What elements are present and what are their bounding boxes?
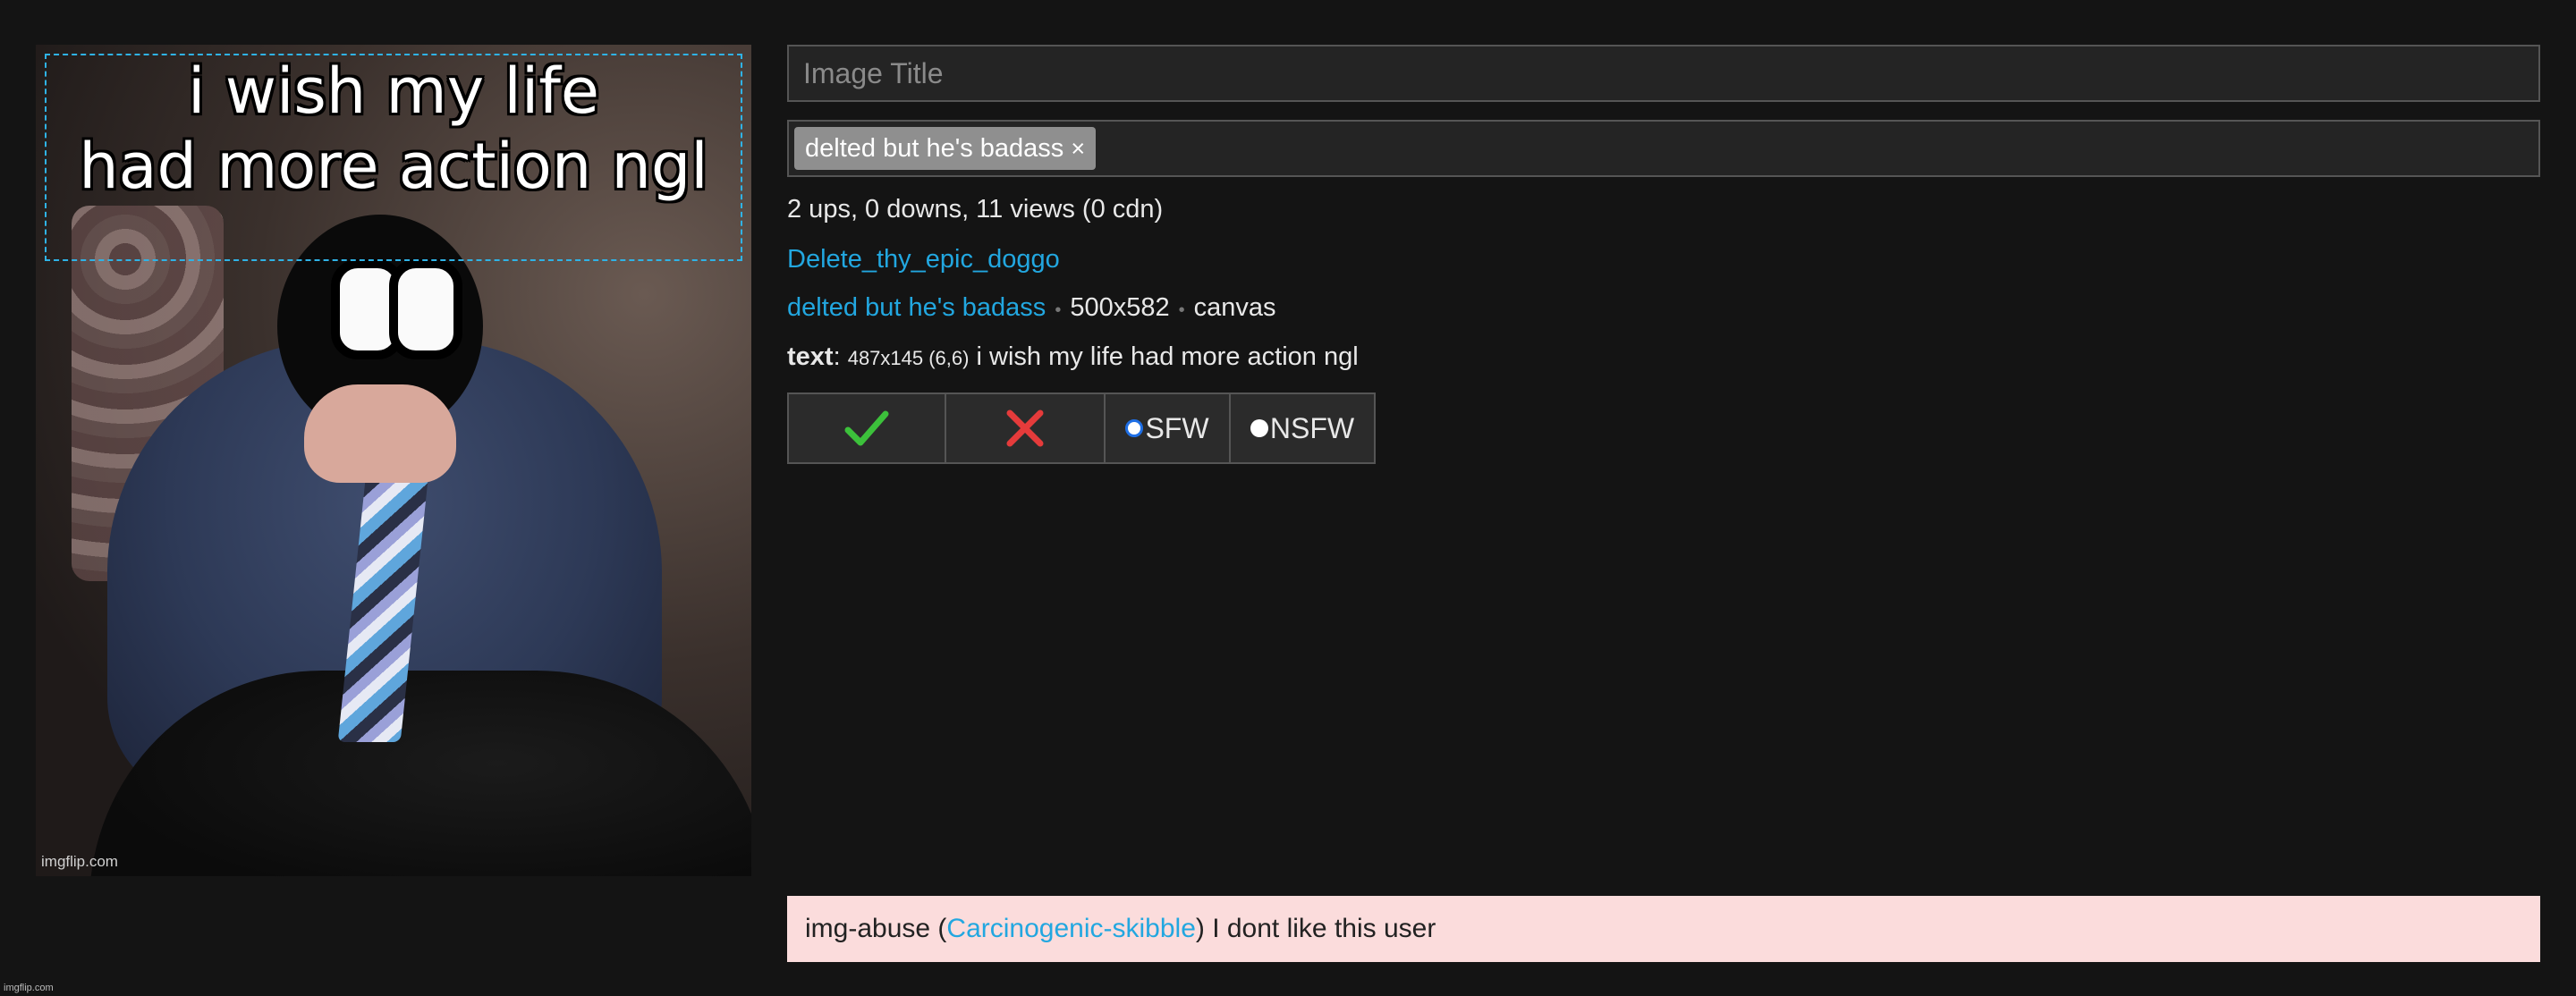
meta-separator: •: [1178, 300, 1185, 320]
report-reason: ) I dont like this user: [1195, 914, 1436, 943]
sfw-label: SFW: [1145, 411, 1209, 444]
text-dimensions: 487x145 (6,6): [847, 347, 970, 369]
meta-line: delted but he's badass • 500x582 • canvas: [787, 293, 1276, 323]
caption-text-box[interactable]: [45, 54, 742, 261]
moderation-buttons: SFW NSFW: [787, 392, 1376, 464]
tags-input[interactable]: delted but he's badass ×: [787, 120, 2540, 177]
sfw-option[interactable]: SFW: [1106, 392, 1231, 464]
owner-username-link[interactable]: Delete_thy_epic_doggo: [787, 245, 1060, 274]
text-info-line: text: 487x145 (6,6) i wish my life had m…: [787, 342, 1359, 372]
tag-label: delted but he's badass: [805, 134, 1064, 163]
image-size: 500x582: [1070, 293, 1170, 322]
abuse-report: img-abuse (Carcinogenic-skibble) I dont …: [787, 896, 2540, 962]
image-title-input[interactable]: [787, 45, 2540, 102]
text-label: text: [787, 342, 834, 371]
sfw-radio[interactable]: [1125, 419, 1144, 437]
meme-hands: [304, 384, 456, 483]
text-content: i wish my life had more action ngl: [976, 342, 1359, 371]
tag-remove-icon[interactable]: ×: [1071, 135, 1085, 162]
meme-eye-right: [389, 259, 462, 359]
reject-button[interactable]: [946, 392, 1106, 464]
cross-icon: [1006, 409, 1044, 447]
nsfw-option[interactable]: NSFW: [1231, 392, 1376, 464]
report-prefix: img-abuse (: [805, 914, 947, 943]
meme-watermark: imgflip.com: [41, 853, 118, 870]
reporter-username-link[interactable]: Carcinogenic-skibble: [946, 914, 1195, 943]
check-icon: [844, 410, 889, 446]
approve-button[interactable]: [787, 392, 946, 464]
meme-image: i wish my life had more action ngl imgfl…: [36, 45, 751, 876]
tag-chip: delted but he's badass ×: [794, 127, 1097, 170]
text-colon: :: [833, 342, 841, 371]
image-type: canvas: [1193, 293, 1276, 322]
image-stats: 2 ups, 0 downs, 11 views (0 cdn): [787, 195, 1164, 224]
nsfw-radio[interactable]: [1250, 419, 1268, 437]
template-link[interactable]: delted but he's badass: [787, 293, 1046, 322]
meta-separator: •: [1055, 300, 1062, 320]
owner-line: Delete_thy_epic_doggo: [787, 245, 1060, 274]
footer-watermark: imgflip.com: [4, 983, 54, 993]
nsfw-label: NSFW: [1269, 411, 1355, 444]
